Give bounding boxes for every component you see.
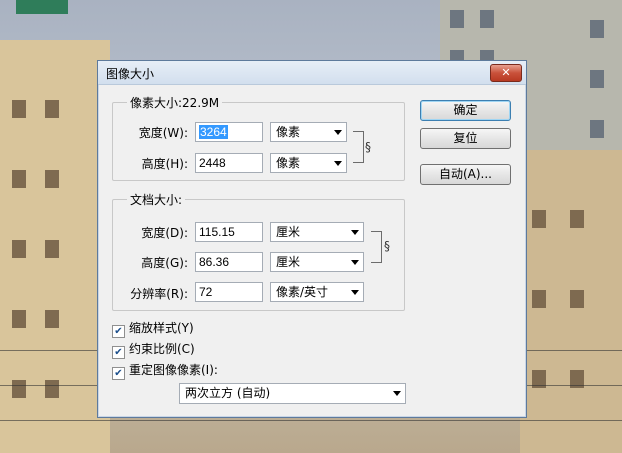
resample-image-checkbox[interactable]: ✔ 重定图像像素(I): xyxy=(112,361,218,380)
pixel-height-value: 2448 xyxy=(199,156,226,170)
pixel-width-input[interactable]: 3264 xyxy=(195,122,263,142)
doc-height-label: 高度(G): xyxy=(141,256,188,270)
dialog-title: 图像大小 xyxy=(106,67,155,81)
doc-width-input[interactable]: 115.15 xyxy=(195,222,263,242)
chevron-down-icon xyxy=(334,130,342,135)
chain-link-icon: § xyxy=(384,239,390,253)
doc-width-unit-select[interactable]: 厘米 xyxy=(270,222,364,242)
check-icon: ✔ xyxy=(112,346,125,359)
doc-width-value: 115.15 xyxy=(199,225,235,239)
chevron-down-icon xyxy=(351,290,359,295)
building-right-lower xyxy=(520,150,622,453)
resample-method-value: 两次立方 (自动) xyxy=(185,386,271,400)
scale-styles-checkbox[interactable]: ✔ 缩放样式(Y) xyxy=(112,319,194,338)
chain-link-icon: § xyxy=(365,140,371,154)
pixel-height-unit-select[interactable]: 像素 xyxy=(270,153,347,173)
pixel-width-unit-select[interactable]: 像素 xyxy=(270,122,347,142)
resample-image-label: 重定图像像素(I): xyxy=(129,363,218,377)
scale-styles-label: 缩放样式(Y) xyxy=(129,321,194,335)
building-left xyxy=(0,40,110,453)
resolution-input[interactable]: 72 xyxy=(195,282,263,302)
billboard xyxy=(16,0,68,14)
pixel-height-input[interactable]: 2448 xyxy=(195,153,263,173)
doc-height-unit: 厘米 xyxy=(276,255,301,269)
resolution-unit-select[interactable]: 像素/英寸 xyxy=(270,282,364,302)
title-bar[interactable]: 图像大小 ✕ xyxy=(98,61,526,85)
doc-constrain-bracket xyxy=(371,231,382,263)
chevron-down-icon xyxy=(351,260,359,265)
doc-width-unit: 厘米 xyxy=(276,225,301,239)
check-icon: ✔ xyxy=(112,325,125,338)
close-button[interactable]: ✕ xyxy=(490,64,522,82)
pixel-width-unit: 像素 xyxy=(276,125,301,139)
resample-method-select[interactable]: 两次立方 (自动) xyxy=(179,383,406,404)
doc-height-input[interactable]: 86.36 xyxy=(195,252,263,272)
resolution-unit: 像素/英寸 xyxy=(276,285,329,299)
pixel-height-unit: 像素 xyxy=(276,156,301,170)
auto-button[interactable]: 自动(A)... xyxy=(420,164,511,185)
image-size-dialog: 图像大小 ✕ 像素大小:22.9M 宽度(W): 3264 像素 高度(H): … xyxy=(97,60,527,418)
chevron-down-icon xyxy=(393,391,401,396)
doc-width-label: 宽度(D): xyxy=(141,226,188,240)
doc-height-unit-select[interactable]: 厘米 xyxy=(270,252,364,272)
pixel-width-label: 宽度(W): xyxy=(138,126,188,140)
constrain-proportions-checkbox[interactable]: ✔ 约束比例(C) xyxy=(112,340,195,359)
resolution-value: 72 xyxy=(199,285,213,299)
pixel-width-value: 3264 xyxy=(199,125,228,139)
chevron-down-icon xyxy=(351,230,359,235)
check-icon: ✔ xyxy=(112,367,125,380)
pixel-constrain-bracket xyxy=(353,131,364,163)
pixel-height-label: 高度(H): xyxy=(141,157,188,171)
document-size-legend: 文档大小: xyxy=(127,191,186,208)
close-icon: ✕ xyxy=(501,66,511,79)
reset-button[interactable]: 复位 xyxy=(420,128,511,149)
chevron-down-icon xyxy=(334,161,342,166)
ok-button[interactable]: 确定 xyxy=(420,100,511,121)
doc-height-value: 86.36 xyxy=(199,255,230,269)
resolution-label: 分辨率(R): xyxy=(130,287,188,301)
pixel-dimensions-legend: 像素大小:22.9M xyxy=(127,94,223,111)
constrain-proportions-label: 约束比例(C) xyxy=(129,342,195,356)
